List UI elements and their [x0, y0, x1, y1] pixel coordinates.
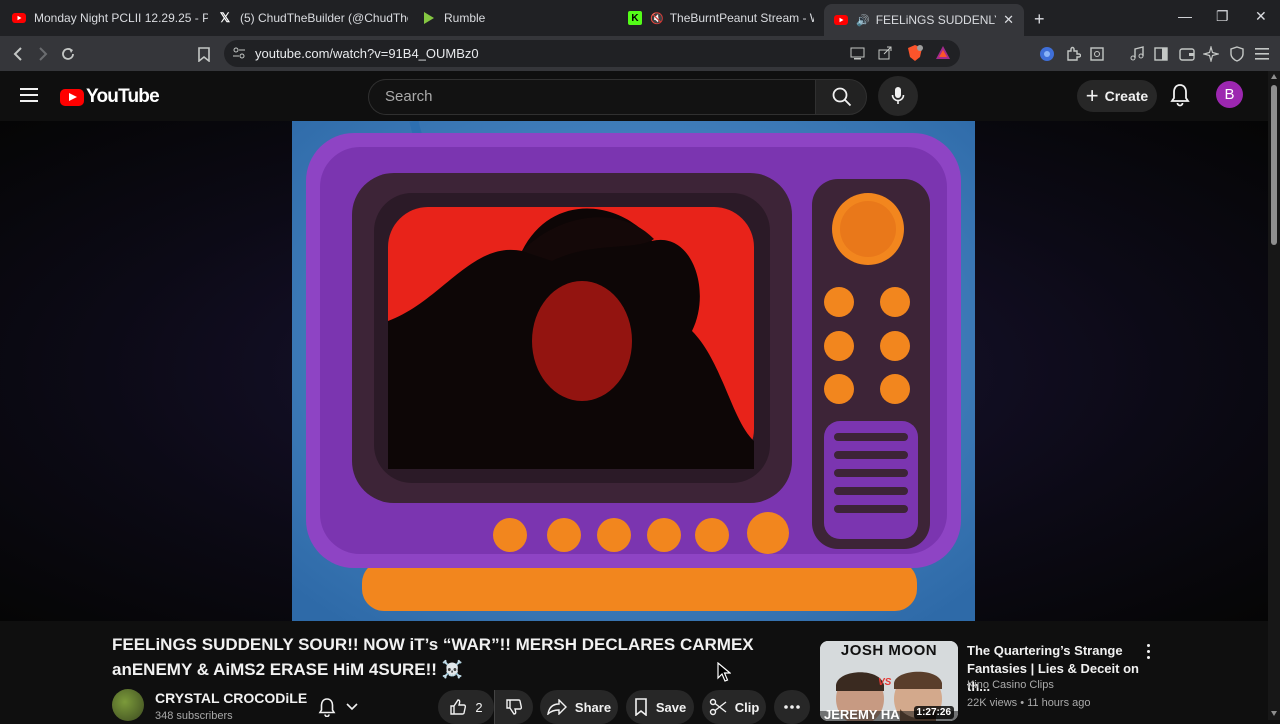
- window-close-button[interactable]: ✕: [1255, 8, 1267, 25]
- channel-avatar[interactable]: [112, 689, 144, 721]
- tab-title: FEELiNGS SUDDENLY SOUR!: [875, 13, 996, 27]
- mouse-cursor-icon: [717, 662, 731, 682]
- main-menu-icon[interactable]: [1252, 44, 1272, 64]
- tab-title: (5) ChudTheBuilder (@ChudTheBuilde: [240, 11, 408, 25]
- video-player[interactable]: [292, 121, 975, 621]
- browser-tab-strip: Monday Night PCLII 12.29.25 - Perry 𝕏 (5…: [0, 0, 1280, 36]
- media-controls-icon[interactable]: [1127, 44, 1147, 64]
- browser-tab-3[interactable]: Rumble: [422, 4, 612, 32]
- restore-button[interactable]: ❐: [1216, 8, 1229, 25]
- video-frame-clay-tv: [292, 121, 975, 621]
- scroll-down-arrow[interactable]: [1271, 711, 1277, 716]
- browser-tab-5-active[interactable]: 🔊 FEELiNGS SUDDENLY SOUR! ✕: [824, 4, 1024, 36]
- search-button[interactable]: [815, 79, 867, 115]
- bell-icon: [318, 698, 336, 717]
- speaker-icon[interactable]: 🔊: [856, 14, 870, 27]
- scroll-up-arrow[interactable]: [1271, 74, 1277, 79]
- brave-shields-icon[interactable]: [907, 44, 923, 67]
- plus-icon: +: [1085, 83, 1099, 108]
- brave-vpn-shield-icon[interactable]: [1227, 44, 1247, 64]
- recommended-video-thumbnail[interactable]: JOSH MOON VS JEREMY HA 1:27:26: [820, 641, 958, 721]
- thumbs-up-icon: [450, 699, 467, 715]
- new-tab-button[interactable]: +: [1034, 9, 1045, 30]
- tab-title: TheBurntPeanut Stream - Watch: [669, 11, 814, 25]
- speaker-muted-icon[interactable]: 🔇: [650, 12, 664, 25]
- extensions-icon[interactable]: [1063, 44, 1083, 64]
- forward-button[interactable]: [33, 44, 53, 64]
- search-box[interactable]: [368, 79, 816, 115]
- create-label: Create: [1104, 88, 1149, 104]
- site-settings-icon[interactable]: [232, 46, 246, 65]
- save-button[interactable]: Save: [626, 690, 694, 724]
- bookmark-icon[interactable]: [194, 44, 214, 64]
- youtube-icon: [834, 13, 848, 27]
- more-vertical-icon[interactable]: [1143, 644, 1153, 662]
- browser-tab-1[interactable]: Monday Night PCLII 12.29.25 - Perry: [12, 4, 208, 32]
- more-actions-button[interactable]: [774, 690, 810, 724]
- page-scrollbar[interactable]: [1268, 71, 1280, 720]
- scrollbar-thumb[interactable]: [1271, 85, 1277, 245]
- clip-label: Clip: [734, 699, 760, 715]
- account-avatar[interactable]: B: [1216, 81, 1243, 108]
- browser-toolbar: youtube.com/watch?v=91B4_OUMBz0: [0, 36, 1280, 71]
- recommended-channel-name[interactable]: Kino Casino Clips: [967, 679, 1054, 691]
- thumbnail-top-text: JOSH MOON: [840, 642, 938, 659]
- create-button[interactable]: + Create: [1077, 80, 1157, 112]
- chevron-down-icon: [346, 703, 358, 711]
- brave-rewards-icon[interactable]: [935, 45, 951, 65]
- voice-search-button[interactable]: [878, 76, 918, 116]
- share-button[interactable]: Share: [540, 690, 618, 724]
- guide-menu-icon[interactable]: [20, 88, 38, 102]
- channel-name[interactable]: CRYSTAL CROCODiLE: [155, 690, 307, 706]
- save-label: Save: [655, 699, 687, 715]
- dislike-button[interactable]: [494, 690, 533, 724]
- tab-title: Monday Night PCLII 12.29.25 - Perry: [34, 11, 208, 25]
- browser-tab-4[interactable]: K 🔇 TheBurntPeanut Stream - Watch: [628, 4, 814, 32]
- sidebar-icon[interactable]: [1151, 44, 1171, 64]
- more-horizontal-icon: [784, 705, 800, 709]
- youtube-logo[interactable]: YouTube: [60, 86, 160, 108]
- search-input[interactable]: [383, 87, 787, 106]
- search-icon: [832, 87, 852, 107]
- like-count: 2: [475, 699, 483, 715]
- youtube-icon: [12, 11, 26, 25]
- subscribed-notifications-button[interactable]: [306, 690, 366, 724]
- share-page-icon[interactable]: [878, 45, 893, 65]
- like-button[interactable]: 2: [438, 690, 494, 724]
- subscriber-count: 348 subscribers: [155, 710, 233, 722]
- x-icon: 𝕏: [219, 10, 231, 25]
- youtube-header: YouTube + Create B: [0, 71, 1280, 121]
- notifications-bell-icon[interactable]: [1170, 83, 1192, 109]
- browser-tab-2[interactable]: 𝕏 (5) ChudTheBuilder (@ChudTheBuilde: [218, 4, 408, 32]
- recommended-video-meta: 22K views • 11 hours ago: [967, 697, 1091, 709]
- thumbs-down-icon: [506, 699, 523, 715]
- back-button[interactable]: [8, 44, 28, 64]
- leo-ai-icon[interactable]: [1201, 44, 1221, 64]
- tab-title: Rumble: [444, 11, 486, 25]
- youtube-logo-text: YouTube: [86, 86, 160, 107]
- wallet-icon[interactable]: [1177, 44, 1197, 64]
- rumble-icon: [422, 11, 436, 25]
- scissors-icon: [709, 698, 727, 716]
- cast-icon[interactable]: [850, 46, 865, 65]
- save-bookmark-icon: [635, 698, 647, 716]
- url-text: youtube.com/watch?v=91B4_OUMBz0: [255, 46, 479, 61]
- clip-button[interactable]: Clip: [702, 690, 766, 724]
- close-tab-icon[interactable]: ✕: [1003, 12, 1014, 28]
- screenshot-icon[interactable]: [1087, 44, 1107, 64]
- share-icon: [547, 699, 567, 715]
- address-bar[interactable]: youtube.com/watch?v=91B4_OUMBz0: [224, 40, 960, 67]
- share-label: Share: [574, 699, 612, 715]
- reload-button[interactable]: [58, 44, 78, 64]
- youtube-play-icon: [60, 88, 84, 106]
- minimize-button[interactable]: —: [1178, 8, 1192, 24]
- video-title: FEELiNGS SUDDENLY SOUR!! NOW iT’s “WAR”!…: [112, 635, 754, 679]
- video-duration: 1:27:26: [913, 706, 954, 719]
- vpn-icon[interactable]: [1037, 44, 1057, 64]
- thumbnail-bottom-text: JEREMY HA: [824, 707, 900, 721]
- kick-icon: K: [628, 11, 642, 25]
- thumbnail-vs-text: VS: [878, 677, 892, 688]
- microphone-icon: [891, 87, 905, 104]
